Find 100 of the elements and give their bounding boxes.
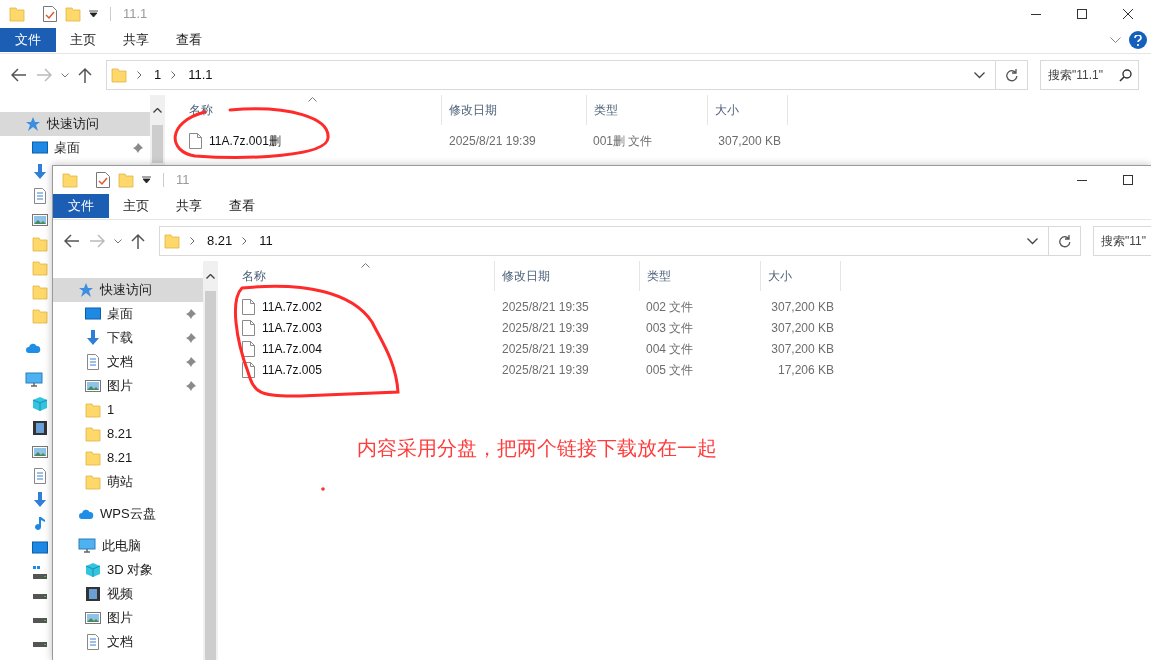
up-arrow-icon[interactable] [78, 67, 92, 83]
breadcrumb-item[interactable]: 8.21 [207, 231, 233, 251]
breadcrumb-item[interactable]: 1 [154, 65, 162, 85]
file-icon [242, 298, 255, 315]
refresh-icon[interactable] [1005, 68, 1018, 82]
file-type: 001删 文件 [593, 133, 653, 148]
file-name[interactable]: 11A.7z.002 [262, 297, 322, 316]
address-bar[interactable]: 1 11.1 [106, 60, 996, 90]
pin-icon[interactable] [185, 308, 197, 320]
refresh-icon[interactable] [1058, 234, 1071, 248]
sidebar-item[interactable]: 视频 [53, 582, 203, 606]
document-icon [85, 354, 101, 370]
ribbon-tab[interactable]: 共享 [110, 28, 162, 52]
sidebar-item[interactable]: 此电脑 [53, 534, 203, 558]
sidebar-item[interactable]: 桌面 [53, 302, 203, 326]
column-header[interactable]: 修改日期 [494, 261, 639, 291]
dropdown-icon[interactable] [89, 10, 98, 18]
column-header[interactable]: 大小 [707, 95, 787, 125]
caret-up-icon[interactable] [153, 107, 162, 113]
scrollbar-thumb[interactable] [205, 291, 216, 660]
back-arrow-icon[interactable] [11, 68, 27, 82]
chevron-right-icon[interactable] [242, 237, 248, 245]
dropdown-icon[interactable] [142, 176, 151, 184]
image-icon [85, 610, 101, 626]
pin-icon[interactable] [185, 332, 197, 344]
monitor-icon [32, 140, 48, 156]
sidebar-item[interactable]: 下载 [53, 326, 203, 350]
sidebar-item[interactable]: 图片 [53, 606, 203, 630]
sidebar-item[interactable]: 图片 [53, 374, 203, 398]
image-icon [32, 444, 48, 460]
star-icon [78, 282, 94, 298]
column-header[interactable]: 名称 [218, 261, 494, 291]
search-field[interactable]: 搜索"11" [1093, 226, 1151, 256]
ribbon-tab[interactable]: 查看 [216, 194, 268, 218]
file-size: 17,206 KB [777, 361, 834, 379]
folder-icon [65, 6, 81, 22]
ribbon-tab[interactable]: 查看 [163, 28, 215, 52]
pin-icon[interactable] [132, 142, 144, 154]
minimize-icon[interactable] [1031, 13, 1041, 15]
column-header[interactable]: 大小 [760, 261, 840, 291]
sidebar-item[interactable]: 文档 [53, 630, 203, 654]
file-menu[interactable]: 文件 [53, 194, 109, 218]
properties-icon[interactable] [96, 172, 110, 188]
drive-icon [33, 593, 47, 599]
file-name[interactable]: 11A.7z.004 [262, 339, 322, 358]
maximize-icon[interactable] [1123, 175, 1133, 185]
chevron-right-icon[interactable] [137, 71, 142, 79]
ribbon-tab[interactable]: 主页 [57, 28, 109, 52]
caret-up-icon[interactable] [206, 273, 215, 279]
file-name[interactable]: 11A.7z.003 [262, 318, 322, 337]
refresh-button[interactable] [1049, 226, 1081, 256]
chevron-down-icon[interactable] [974, 71, 985, 79]
folder-icon [111, 67, 127, 83]
document-icon [32, 468, 48, 484]
sidebar-item[interactable]: 1 [53, 398, 203, 422]
file-name[interactable]: 11A.7z.005 [262, 360, 322, 379]
minimize-icon[interactable] [1077, 179, 1087, 181]
pin-icon[interactable] [185, 356, 197, 368]
question-mark-icon[interactable] [1134, 34, 1142, 46]
file-type: 003 文件 [646, 320, 694, 335]
star-icon [25, 116, 41, 132]
sort-caret-icon [308, 97, 317, 102]
maximize-icon[interactable] [1077, 9, 1087, 19]
breadcrumb-item[interactable]: 11 [259, 231, 273, 251]
search-field[interactable]: 搜索"11.1" [1040, 60, 1139, 90]
sidebar-item[interactable]: 8.21 [53, 422, 203, 446]
chevron-down-icon[interactable] [114, 238, 122, 244]
sidebar-item[interactable]: WPS云盘 [53, 502, 203, 526]
sidebar-item[interactable]: 快速访问 [53, 278, 203, 302]
window-title: 11 [176, 171, 190, 190]
ribbon-tab[interactable]: 共享 [163, 194, 215, 218]
file-menu[interactable]: 文件 [0, 28, 56, 52]
sidebar-item[interactable]: 8.21 [53, 446, 203, 470]
scrollbar-thumb[interactable] [152, 125, 163, 163]
properties-icon[interactable] [43, 6, 57, 22]
file-size: 307,200 KB [718, 132, 781, 150]
column-header[interactable]: 类型 [586, 95, 707, 125]
address-bar[interactable]: 8.21 11 [159, 226, 1049, 256]
file-name[interactable]: 11A.7z.001删 [209, 131, 281, 150]
sidebar-item[interactable]: 快速访问 [0, 112, 150, 136]
help-button[interactable] [1129, 31, 1147, 49]
breadcrumb-item[interactable]: 11.1 [188, 65, 213, 85]
ribbon-tab[interactable]: 主页 [110, 194, 162, 218]
sidebar-item[interactable]: 3D 对象 [53, 558, 203, 582]
back-arrow-icon[interactable] [64, 234, 80, 248]
chevron-down-icon[interactable] [1027, 237, 1038, 245]
chevron-down-icon[interactable] [61, 72, 69, 78]
sidebar-item[interactable]: 文档 [53, 350, 203, 374]
folder-icon [32, 308, 48, 324]
search-icon[interactable] [1119, 69, 1132, 82]
refresh-button[interactable] [996, 60, 1028, 90]
up-arrow-icon[interactable] [131, 233, 145, 249]
pin-icon[interactable] [185, 380, 197, 392]
column-header[interactable]: 修改日期 [441, 95, 586, 125]
chevron-right-icon[interactable] [190, 237, 195, 245]
sidebar-item[interactable]: 桌面 [0, 136, 150, 160]
column-header[interactable]: 类型 [639, 261, 760, 291]
sidebar-item[interactable]: 萌站 [53, 470, 203, 494]
chevron-right-icon[interactable] [171, 71, 177, 79]
close-icon[interactable] [1123, 9, 1133, 19]
